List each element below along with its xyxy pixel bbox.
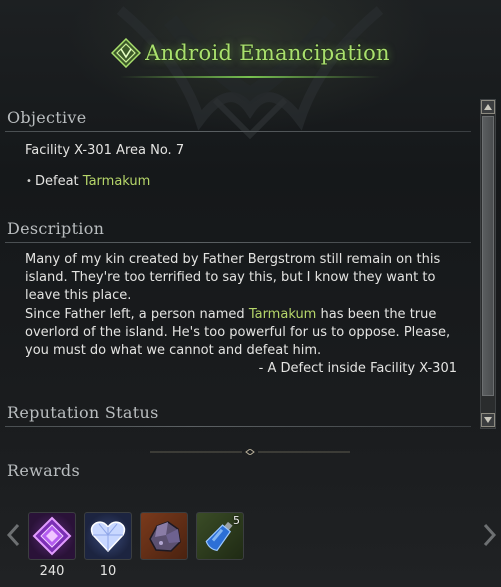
title-underline bbox=[120, 76, 380, 78]
reward-stack-badge: 5 bbox=[233, 514, 240, 527]
chevron-right-icon[interactable] bbox=[481, 522, 499, 548]
reward-slot[interactable] bbox=[28, 512, 76, 560]
reputation-divider bbox=[5, 426, 471, 427]
description-divider bbox=[5, 242, 471, 243]
description-line-text: has been the true bbox=[316, 306, 437, 322]
triangle-down-icon bbox=[484, 417, 492, 423]
objective-divider bbox=[5, 131, 471, 132]
rewards-heading: Rewards bbox=[7, 461, 80, 480]
quest-emblem-icon bbox=[111, 38, 142, 68]
purple-crystal-icon bbox=[32, 516, 72, 556]
scroll-down-button[interactable] bbox=[481, 413, 495, 427]
description-highlight-name: Tarmakum bbox=[248, 306, 317, 322]
reward-slot[interactable] bbox=[140, 512, 188, 560]
description-line: island. They're too terrified to say thi… bbox=[25, 270, 436, 286]
description-line: overlord of the island. He's too powerfu… bbox=[25, 324, 451, 340]
triangle-up-icon bbox=[484, 104, 492, 110]
quest-title-row: Android Emancipation bbox=[0, 33, 501, 73]
description-body: Many of my kin created by Father Bergstr… bbox=[25, 251, 465, 378]
quest-title: Android Emancipation bbox=[145, 41, 390, 65]
chevron-left-icon[interactable] bbox=[4, 522, 22, 548]
ornament-divider bbox=[150, 449, 350, 455]
reward-count: 10 bbox=[99, 564, 117, 579]
quest-panel: Android Emancipation Objective Facility … bbox=[0, 0, 501, 587]
description-signature: - A Defect inside Facility X-301 bbox=[258, 361, 457, 377]
description-line: leave this place. bbox=[25, 288, 132, 304]
ornament-decoration bbox=[116, 6, 384, 140]
reward-slot[interactable]: 5 bbox=[196, 512, 244, 560]
scroll-up-button[interactable] bbox=[481, 100, 495, 114]
scrollbar-thumb[interactable] bbox=[482, 116, 494, 396]
description-line-text: Since Father left, a person named bbox=[25, 306, 249, 322]
ore-chunk-icon bbox=[149, 521, 181, 552]
objective-heading: Objective bbox=[7, 108, 87, 127]
objective-task: Defeat Tarmakum bbox=[35, 174, 150, 189]
objective-location: Facility X-301 Area No. 7 bbox=[25, 143, 185, 158]
description-line: you must do what we cannot and defeat hi… bbox=[25, 343, 322, 359]
objective-task-target: Tarmakum bbox=[82, 174, 151, 189]
bullet-icon: • bbox=[26, 176, 32, 187]
reward-slot[interactable] bbox=[84, 512, 132, 560]
description-line: Since Father left, a person named Tarmak… bbox=[25, 306, 465, 324]
reward-count: 240 bbox=[39, 564, 65, 579]
description-heading: Description bbox=[7, 219, 105, 238]
reputation-heading[interactable]: Reputation Status bbox=[7, 403, 159, 422]
heart-gem-icon bbox=[90, 521, 126, 553]
description-line: Many of my kin created by Father Bergstr… bbox=[25, 252, 441, 267]
objective-task-prefix: Defeat bbox=[35, 174, 83, 189]
